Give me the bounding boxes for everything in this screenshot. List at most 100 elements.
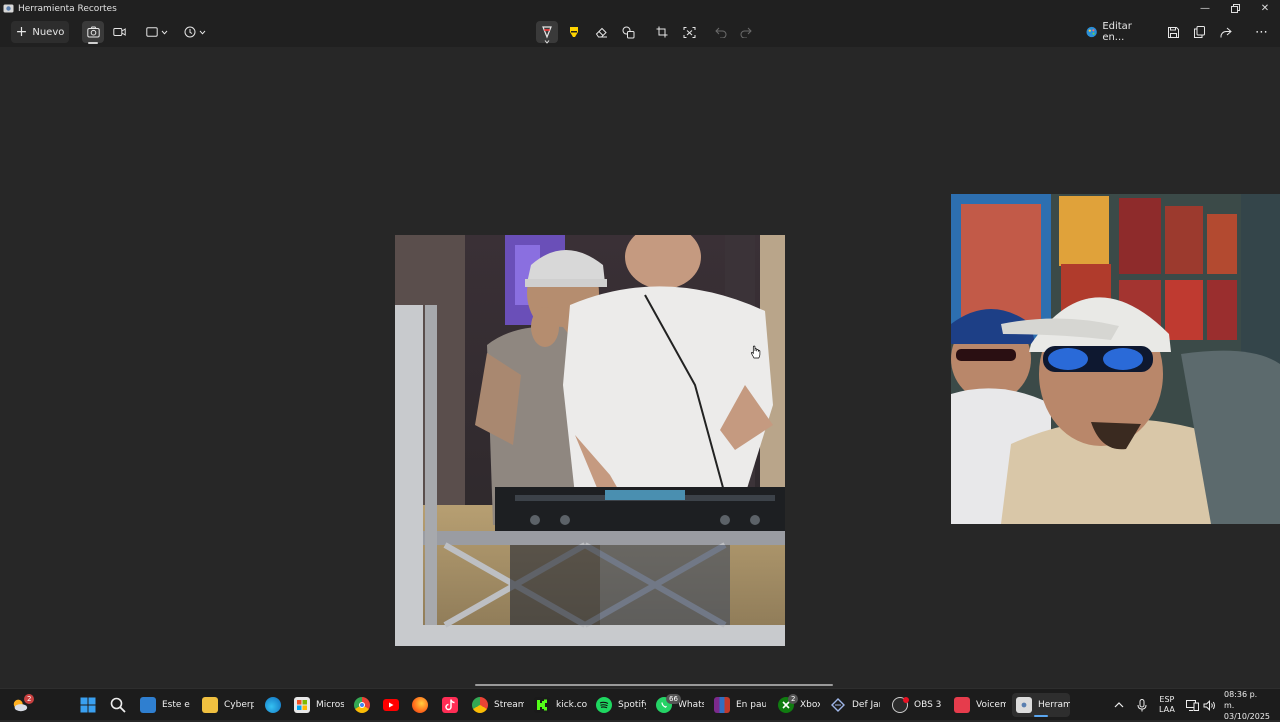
chevron-down-icon [199,30,206,35]
taskbar-item-label: Cyberpu [224,700,254,710]
chrome-icon [354,697,370,713]
show-hidden-icons-button[interactable] [1114,693,1124,717]
taskbar-item-label: Whats [678,700,704,710]
copy-icon [1193,26,1205,38]
volume-icon[interactable] [1203,693,1216,717]
firefox-icon [412,697,428,713]
snipping-tool-icon [1016,697,1032,713]
crop-button[interactable] [651,21,673,43]
taskbar-item-label: Stream [494,700,524,710]
taskbar-item-this-pc[interactable]: Este equ [140,693,190,717]
close-icon[interactable]: ✕ [1250,0,1280,17]
folder-icon [202,697,218,713]
clock-time: 08:36 p. m. [1224,689,1258,710]
xbox-badge: 2 [788,694,799,704]
def-jam-icon [830,697,846,713]
taskbar-item-winrar[interactable]: En paus [714,693,766,717]
clock[interactable]: 08:36 p. m. 03/10/2025 [1224,690,1270,721]
video-camera-icon [112,28,126,36]
computer-icon [140,697,156,713]
search-icon [110,697,126,713]
taskbar-item-snipping-tool[interactable]: Herram [1012,693,1070,717]
screenshot-mode-button[interactable] [82,21,104,44]
paint-app-icon [1086,26,1097,38]
taskbar-item-label: Micros [316,700,344,710]
save-button[interactable] [1162,21,1184,43]
crop-icon [656,26,668,38]
kick-icon [534,697,550,713]
more-options-icon[interactable]: ⋯ [1251,21,1273,43]
taskbar-item-spotify[interactable]: Spotify [596,693,646,717]
keyboard-layout: LAA [1159,705,1175,714]
camera-icon [86,26,100,38]
ballpoint-pen-button[interactable] [536,21,558,44]
delay-timer-dropdown[interactable] [180,21,210,43]
shapes-icon [622,26,634,38]
minimize-icon[interactable]: — [1190,0,1220,17]
title-bar: Herramienta Recortes — ✕ [0,0,1280,17]
taskbar-item-stream[interactable]: Stream [472,693,524,717]
taskbar-item-chrome[interactable] [354,693,376,717]
taskbar: 2 Este equ Cyberpu Micros [0,688,1280,721]
start-button[interactable] [80,693,102,717]
text-actions-button[interactable] [678,21,700,43]
hand-cursor-icon [750,345,761,359]
taskbar-item-kick[interactable]: kick.con [534,693,588,717]
pen-icon [542,25,552,39]
share-button[interactable] [1215,21,1237,43]
whatsapp-badge: 66 [666,694,681,704]
undo-icon [715,27,727,38]
copy-button[interactable] [1188,21,1210,43]
video-mode-button[interactable] [108,21,130,43]
restore-icon[interactable] [1220,0,1250,17]
undo-button[interactable] [710,21,732,43]
edit-in-button[interactable]: Editar en... [1086,21,1154,43]
toolbar: + Nuevo Editar en... ⋯ [0,17,1280,47]
horizontal-scrollbar[interactable] [475,684,833,686]
redo-icon [740,27,752,38]
new-button[interactable]: + Nuevo [11,21,69,43]
network-icon[interactable] [1186,693,1199,717]
taskbar-item-whatsapp[interactable]: 66 Whats [656,693,704,717]
taskbar-item-tiktok[interactable] [442,693,464,717]
windows-start-icon [80,697,96,713]
taskbar-item-youtube[interactable] [383,693,405,717]
taskbar-item-firefox[interactable] [412,693,434,717]
eraser-icon [595,27,607,38]
weather-widget[interactable]: 2 [12,693,35,717]
taskbar-item-label: Voicem [976,700,1006,710]
youtube-icon [383,699,399,711]
voicemod-icon [954,697,970,713]
taskbar-item-voicemod[interactable]: Voicem [954,693,1006,717]
taskbar-item-label: En paus [736,700,766,710]
snip-shape-dropdown[interactable] [142,21,172,43]
store-bag-icon [294,697,310,713]
webcam-overlay-image [951,194,1280,524]
highlighter-button[interactable] [563,21,585,43]
taskbar-item-microsoft-store[interactable]: Micros [294,693,344,717]
language-indicator[interactable]: ESP LAA [1159,693,1175,717]
redo-button[interactable] [735,21,757,43]
taskbar-item-file-explorer[interactable]: Cyberpu [202,693,254,717]
taskbar-item-obs[interactable]: OBS 31. [892,693,942,717]
window-title: Herramienta Recortes [18,3,117,14]
text-scan-icon [683,26,695,38]
clock-icon [184,26,196,38]
rectangle-snip-icon [146,27,158,37]
search-button[interactable] [110,693,132,717]
microphone-icon[interactable] [1137,693,1147,717]
taskbar-item-label: Def Jam [852,700,880,710]
winrar-icon [714,697,730,713]
eraser-button[interactable] [590,21,612,43]
taskbar-item-label: OBS 31. [914,700,942,710]
shapes-button[interactable] [617,21,639,43]
taskbar-item-edge[interactable] [265,693,287,717]
highlighter-icon [570,26,578,37]
tiktok-icon [442,697,458,713]
taskbar-item-xbox[interactable]: 2 Xbox [778,693,820,717]
taskbar-item-def-jam[interactable]: Def Jam [830,693,880,717]
chevron-up-icon [1114,702,1124,708]
language-code: ESP [1159,695,1175,704]
captured-image [395,235,785,646]
plus-icon: + [15,24,28,40]
